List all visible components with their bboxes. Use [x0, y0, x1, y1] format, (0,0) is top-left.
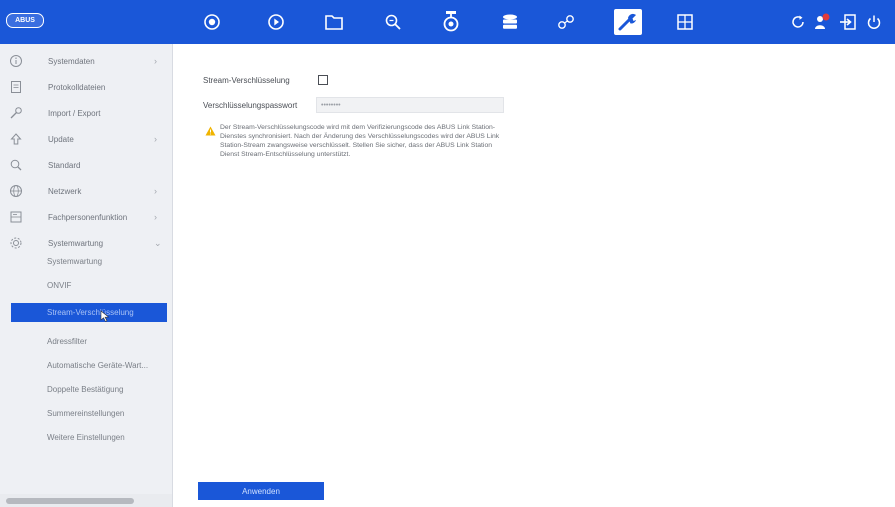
encryption-label: Stream-Verschlüsselung	[203, 76, 290, 85]
sidebar-item-standard[interactable]: Standard	[0, 152, 172, 178]
sidebar: Systemdaten › Protokolldateien Import / …	[0, 44, 173, 507]
sidebar-item-label: Systemwartung	[48, 238, 104, 248]
document-icon	[8, 79, 24, 95]
chevron-right-icon: ›	[154, 212, 157, 222]
file-icon[interactable]	[320, 9, 348, 35]
live-view-icon[interactable]	[198, 9, 226, 35]
playback-icon[interactable]	[262, 9, 290, 35]
grid-icon[interactable]	[671, 9, 699, 35]
search-icon[interactable]	[379, 9, 407, 35]
subitem-automatische-geraete-wartung[interactable]: Automatische Geräte-Wart...	[0, 354, 172, 378]
config-icon[interactable]	[614, 9, 642, 35]
user-icon[interactable]	[812, 12, 832, 32]
sidebar-item-label: Standard	[48, 160, 81, 170]
wrench-icon	[8, 105, 24, 121]
sidebar-item-protokolldateien[interactable]: Protokolldateien	[0, 74, 172, 100]
sidebar-item-label: Fachpersonenfunktion	[48, 212, 128, 222]
warning-message: Der Stream-Verschlüsselungscode wird mit…	[220, 124, 500, 158]
reset-icon	[8, 157, 24, 173]
sidebar-item-netzwerk[interactable]: Netzwerk ›	[0, 178, 172, 204]
globe-icon	[8, 183, 24, 199]
brand-logo: ABUS	[6, 13, 44, 28]
server-icon	[8, 209, 24, 225]
chevron-down-icon: ⌄	[154, 237, 162, 248]
subitem-weitere-einstellungen[interactable]: Weitere Einstellungen	[0, 426, 172, 450]
encryption-checkbox[interactable]	[318, 75, 328, 85]
sidebar-item-fachpersonenfunktion[interactable]: Fachpersonenfunktion ›	[0, 204, 172, 230]
subitem-label: Systemwartung	[47, 257, 103, 266]
subitem-stream-verschluesselung[interactable]: Stream-Verschlüsselung	[11, 303, 167, 322]
subitem-label: Automatische Geräte-Wart...	[47, 361, 149, 370]
chevron-right-icon: ›	[154, 186, 157, 196]
refresh-icon[interactable]	[788, 12, 808, 32]
logout-icon[interactable]	[838, 12, 858, 32]
info-icon	[8, 53, 24, 69]
gear-icon	[8, 235, 24, 251]
subitem-doppelte-bestaetigung[interactable]: Doppelte Bestätigung	[0, 378, 172, 402]
subitem-label: Summereinstellungen	[47, 409, 125, 418]
top-navigation-bar: ABUS	[0, 0, 895, 44]
sidebar-item-label: Netzwerk	[48, 186, 82, 196]
subitem-label: Doppelte Bestätigung	[47, 385, 124, 394]
power-icon[interactable]	[864, 12, 884, 32]
upload-icon	[8, 131, 24, 147]
mouse-cursor-icon	[100, 310, 110, 322]
sidebar-item-label: Systemdaten	[48, 56, 95, 66]
subitem-label: Weitere Einstellungen	[47, 433, 125, 442]
sidebar-item-label: Protokolldateien	[48, 82, 106, 92]
chevron-right-icon: ›	[154, 134, 157, 144]
subitem-systemwartung[interactable]: Systemwartung	[0, 250, 172, 274]
camera-icon[interactable]	[437, 9, 465, 35]
encryption-password-input[interactable]	[316, 97, 504, 113]
warning-icon	[205, 126, 216, 136]
subitem-label: Stream-Verschlüsselung	[47, 308, 134, 317]
storage-icon[interactable]	[496, 9, 524, 35]
subitem-label: ONVIF	[47, 281, 72, 290]
sidebar-item-systemdaten[interactable]: Systemdaten ›	[0, 48, 172, 74]
smart-icon[interactable]	[552, 9, 580, 35]
subitem-label: Adressfilter	[47, 337, 88, 346]
apply-button[interactable]: Anwenden	[198, 482, 324, 500]
sidebar-item-label: Import / Export	[48, 108, 101, 118]
subitem-summereinstellungen[interactable]: Summereinstellungen	[0, 402, 172, 426]
sidebar-item-label: Update	[48, 134, 74, 144]
subitem-onvif[interactable]: ONVIF	[0, 274, 172, 298]
sidebar-item-update[interactable]: Update ›	[0, 126, 172, 152]
chevron-right-icon: ›	[154, 56, 157, 66]
sidebar-scrollbar-thumb[interactable]	[6, 498, 134, 504]
password-label: Verschlüsselungspasswort	[203, 101, 298, 110]
sidebar-item-import-export[interactable]: Import / Export	[0, 100, 172, 126]
subitem-adressfilter[interactable]: Adressfilter	[0, 330, 172, 354]
